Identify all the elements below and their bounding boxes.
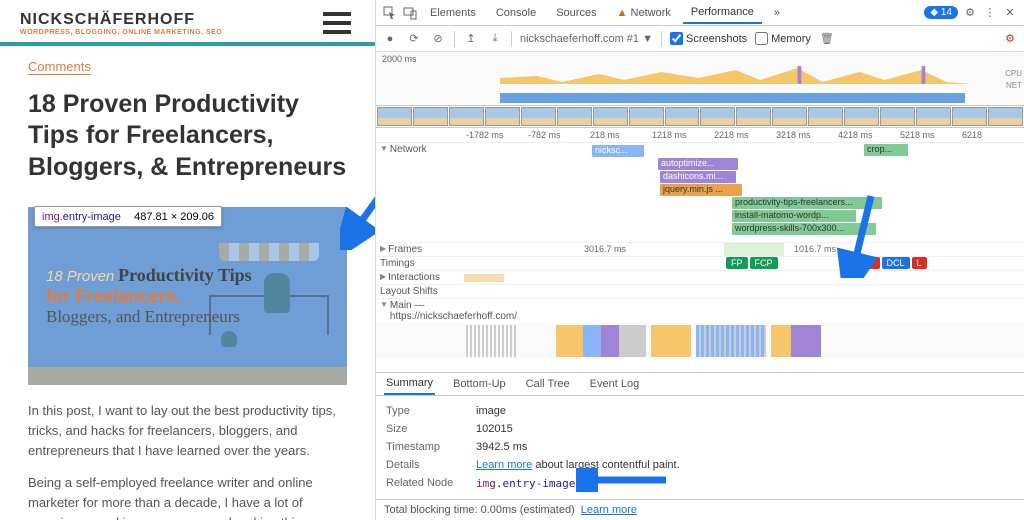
devtools-footer: Total blocking time: 0.00ms (estimated) … xyxy=(376,499,1024,520)
issues-badge[interactable]: ◆ 14 xyxy=(924,6,958,19)
main-track: ▼Main — https://nickschaeferhoff.com/ xyxy=(376,299,1024,323)
time-ruler: -1782 ms-782 ms218 ms1218 ms2218 ms3218 … xyxy=(376,128,1024,143)
frames-track: ▶Frames 3016.7 ms 633.3 ms 1016.7 ms xyxy=(376,243,1024,257)
tabs-more[interactable]: » xyxy=(766,3,788,23)
clear-icon[interactable]: ⊘ xyxy=(430,31,446,47)
frame-duration: 1016.7 ms xyxy=(794,244,836,254)
annotation-arrow xyxy=(576,468,676,492)
network-track: ▼Network nicksc... autoptimize... dashic… xyxy=(376,143,1024,243)
hero-line3: Bloggers, and Entrepreneurs xyxy=(46,307,252,327)
related-node-link[interactable]: img.entry-image xyxy=(476,477,575,490)
paragraph: In this post, I want to lay out the best… xyxy=(28,401,347,461)
perf-settings-icon[interactable]: ⚙ xyxy=(1002,31,1018,47)
paragraph: Being a self-employed freelance writer a… xyxy=(28,473,347,520)
device-icon[interactable] xyxy=(402,5,418,21)
tab-performance[interactable]: Performance xyxy=(683,2,762,24)
page-title: 18 Proven Productivity Tips for Freelanc… xyxy=(28,89,347,183)
subtab-bottomup[interactable]: Bottom-Up xyxy=(451,374,508,394)
timing-fp[interactable]: FP xyxy=(726,257,748,269)
summary-size: 102015 xyxy=(476,423,513,435)
learn-more-link[interactable]: Learn more xyxy=(476,459,532,471)
devtools-panel: Elements Console Sources ▲ Network Perfo… xyxy=(376,0,1024,520)
timing-fcp[interactable]: FCP xyxy=(750,257,778,269)
interactions-track: ▶Interactions xyxy=(376,271,1024,285)
tab-sources[interactable]: Sources xyxy=(548,3,604,23)
timings-track: Timings FPFCP LCPDCLL xyxy=(376,257,1024,271)
tab-console[interactable]: Console xyxy=(488,3,544,23)
element-tooltip: img.entry-image 487.81 × 209.06 xyxy=(34,206,222,227)
flame-chart-area[interactable]: -1782 ms-782 ms218 ms1218 ms2218 ms3218 … xyxy=(376,128,1024,372)
perf-toolbar: ● ⟳ ⊘ ↥ ⤓ nickschaeferhoff.com #1 ▼ Scre… xyxy=(376,26,1024,52)
screenshots-checkbox[interactable]: Screenshots xyxy=(670,32,747,45)
network-bar[interactable]: autoptimize... xyxy=(658,158,738,170)
comments-link[interactable]: Comments xyxy=(28,59,91,75)
hero-line2: for Freelancers, xyxy=(46,286,252,307)
gear-icon[interactable]: ⚙ xyxy=(962,5,978,21)
subtab-eventlog[interactable]: Event Log xyxy=(588,374,642,394)
annotation-arrow xyxy=(340,130,376,250)
download-icon[interactable]: ⤓ xyxy=(487,31,503,47)
subtab-calltree[interactable]: Call Tree xyxy=(524,374,572,394)
devtools-top-tabs: Elements Console Sources ▲ Network Perfo… xyxy=(376,0,1024,26)
memory-checkbox[interactable]: Memory xyxy=(755,32,811,45)
menu-icon[interactable] xyxy=(319,8,355,38)
summary-tabs: Summary Bottom-Up Call Tree Event Log xyxy=(376,372,1024,396)
overview-timeline[interactable]: 2000 ms CPU NET xyxy=(376,52,1024,106)
trash-icon[interactable]: 🗑 xyxy=(819,31,835,47)
webpage-preview: NICKSCHÄFERHOFF WORDPRESS, BLOGGING, ONL… xyxy=(0,0,376,520)
tab-elements[interactable]: Elements xyxy=(422,3,484,23)
learn-more-link[interactable]: Learn more xyxy=(581,504,637,516)
blocking-time: Total blocking time: 0.00ms (estimated) xyxy=(384,504,575,516)
layout-shifts-track: Layout Shifts xyxy=(376,285,1024,299)
site-logo: NICKSCHÄFERHOFF WORDPRESS, BLOGGING, ONL… xyxy=(20,11,222,36)
summary-panel: Typeimage Size102015 Timestamp3942.5 ms … xyxy=(376,396,1024,499)
hero-line1-bold: Productivity Tips xyxy=(118,265,252,285)
summary-type: image xyxy=(476,405,506,417)
record-icon[interactable]: ● xyxy=(382,31,398,47)
tab-network[interactable]: ▲ Network xyxy=(609,3,679,23)
inspect-icon[interactable] xyxy=(382,5,398,21)
hero-line1-pre: 18 Proven xyxy=(46,268,114,285)
annotation-arrow xyxy=(836,188,886,278)
frame-duration: 3016.7 ms xyxy=(584,244,626,254)
net-label: NET xyxy=(1005,80,1022,92)
subtab-summary[interactable]: Summary xyxy=(384,373,435,395)
logo-text: NICKSCHÄFERHOFF xyxy=(20,11,222,29)
timing-l[interactable]: L xyxy=(912,257,927,269)
kebab-icon[interactable]: ⋮ xyxy=(982,5,998,21)
network-bar[interactable]: crop... xyxy=(864,144,908,156)
ruler-tick: 2000 ms xyxy=(382,54,417,64)
upload-icon[interactable]: ↥ xyxy=(463,31,479,47)
reload-icon[interactable]: ⟳ xyxy=(406,31,422,47)
network-bar[interactable]: jquery.min.js ... xyxy=(660,184,742,196)
summary-timestamp: 3942.5 ms xyxy=(476,441,527,453)
close-icon[interactable]: ✕ xyxy=(1002,5,1018,21)
logo-subtitle: WORDPRESS, BLOGGING, ONLINE MARKETING, S… xyxy=(20,29,222,36)
network-bar[interactable]: nicksc... xyxy=(592,145,644,157)
recording-url[interactable]: nickschaeferhoff.com #1 ▼ xyxy=(520,33,653,45)
hero-image: 18 Proven Productivity Tips for Freelanc… xyxy=(28,207,347,385)
cpu-label: CPU xyxy=(1005,68,1022,80)
network-bar[interactable]: dashicons.mi... xyxy=(660,171,736,183)
main-flame[interactable] xyxy=(376,323,1024,359)
filmstrip[interactable] xyxy=(376,106,1024,128)
